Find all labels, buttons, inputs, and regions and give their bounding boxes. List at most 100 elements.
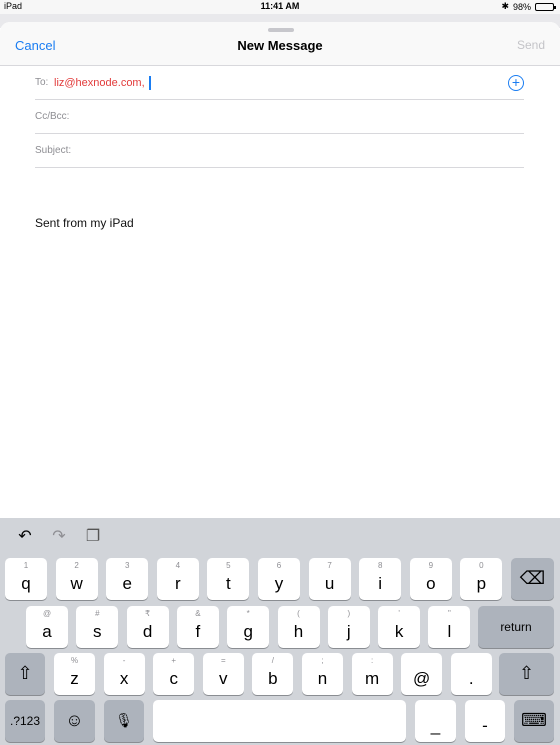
key-secondary-label: 8	[377, 561, 383, 570]
keyboard-dismiss-icon: ⌨	[521, 710, 547, 730]
key-label: z	[70, 669, 79, 688]
key-secondary-label: 9	[428, 561, 434, 570]
key-z[interactable]: % z	[54, 653, 95, 695]
key-l[interactable]: " l	[428, 606, 471, 648]
key-label: _	[430, 716, 441, 735]
undo-icon[interactable]: ↶	[16, 528, 34, 546]
key-secondary-label: ;	[321, 656, 324, 665]
space-bar[interactable]	[153, 700, 406, 742]
key-label: q	[21, 574, 31, 593]
dictation-key[interactable]: 🎙	[104, 700, 144, 742]
key-w[interactable]: 2w	[55, 558, 98, 600]
key-i[interactable]: 8i	[359, 558, 402, 600]
sheet-grabber[interactable]	[268, 28, 294, 32]
key-secondary-label: 0	[479, 561, 484, 570]
key-x[interactable]: -x	[103, 653, 145, 695]
key-label: v	[219, 669, 228, 688]
shift-key-right[interactable]: ⇧	[499, 653, 554, 695]
return-key[interactable]: return	[478, 606, 554, 648]
key-label: r	[174, 574, 181, 593]
key-c[interactable]: + c	[153, 653, 195, 695]
key-secondary-label: 4	[175, 561, 181, 570]
to-label: To:	[35, 77, 49, 88]
key-label: m	[365, 669, 380, 688]
key-underscore[interactable]: _	[415, 700, 456, 742]
key-label: t	[226, 574, 231, 593]
key-label: e	[122, 574, 132, 593]
key-s[interactable]: # s	[76, 606, 119, 648]
key-n[interactable]: ; n	[302, 653, 343, 695]
key-a[interactable]: @ a	[26, 606, 68, 648]
key-p[interactable]: 0p	[460, 558, 503, 600]
key-label: u	[324, 574, 335, 593]
key-label: -	[482, 716, 488, 735]
key-label: w	[70, 574, 83, 593]
key-label: h	[293, 622, 304, 641]
redo-icon[interactable]: ↷	[50, 528, 68, 546]
cc-bcc-field[interactable]: Cc/Bcc:	[35, 100, 524, 134]
key-label: f	[195, 622, 201, 641]
key-label: @	[413, 669, 431, 688]
key-e[interactable]: 3e	[106, 558, 149, 600]
key-g[interactable]: * g	[227, 606, 270, 648]
delete-icon: ⌫	[519, 568, 546, 588]
key-f[interactable]: & f	[176, 606, 219, 648]
key-secondary-label: "	[447, 609, 451, 618]
shift-key-left[interactable]: ⇧	[5, 653, 45, 695]
status-right: ✱ 98%	[501, 1, 556, 12]
to-field[interactable]: To: liz@hexnode.com, +	[35, 66, 524, 100]
key-secondary-label: /	[271, 656, 274, 665]
message-body[interactable]: Sent from my iPad	[35, 216, 134, 230]
key-label: k	[394, 622, 404, 641]
key-secondary-label: %	[70, 656, 79, 665]
keyboard: ↶ ↷ ❐ 1 q 2 w 3 e 4 r 5 t 6 y 7 u 8 i 9 o 0 p ⌫ @ a # s ₹ d & f * g(h)…	[0, 518, 560, 745]
subject-label: Subject:	[35, 145, 72, 156]
key-m[interactable]: :m	[351, 653, 393, 695]
send-button[interactable]: Send	[517, 38, 545, 52]
key-secondary-label: &	[195, 609, 201, 618]
key-secondary-label: *	[246, 609, 250, 618]
key-secondary-label: ₹	[145, 609, 151, 618]
dismiss-keyboard-key[interactable]: ⌨	[514, 700, 554, 742]
add-contact-icon[interactable]: +	[508, 75, 524, 91]
key-period[interactable]: .	[450, 653, 492, 695]
key-label: n	[317, 669, 328, 688]
keyboard-shortcut-bar: ↶ ↷ ❐	[0, 518, 560, 554]
key-y[interactable]: 6y	[258, 558, 300, 600]
key-r[interactable]: 4r	[156, 558, 199, 600]
paste-icon[interactable]: ❐	[84, 528, 102, 546]
compose-sheet: Cancel New Message Send To: liz@hexnode.…	[0, 22, 560, 518]
key-v[interactable]: = v	[202, 653, 244, 695]
key-u[interactable]: 7u	[308, 558, 351, 600]
key-b[interactable]: / b	[252, 653, 294, 695]
key-secondary-label: 6	[276, 561, 282, 570]
battery-icon	[535, 2, 556, 11]
key-label: i	[378, 574, 383, 593]
key-label: d	[142, 622, 153, 641]
key-dash[interactable]: -	[465, 700, 505, 742]
subject-field[interactable]: Subject:	[35, 134, 524, 168]
key-k[interactable]: ' k	[378, 606, 421, 648]
key-secondary-label: )	[347, 609, 351, 618]
battery-percent: 98%	[512, 1, 531, 12]
numbers-key[interactable]: .?123	[5, 700, 45, 742]
key-t[interactable]: 5t	[207, 558, 250, 600]
key-h[interactable]: (h	[277, 606, 320, 648]
delete-key[interactable]: ⌫	[511, 558, 554, 600]
key-label: .	[468, 669, 474, 688]
emoji-icon: ☺	[65, 710, 84, 730]
numbers-label: .?123	[9, 714, 41, 728]
key-label: o	[426, 574, 436, 593]
key-label: j	[346, 622, 351, 641]
recipient-address[interactable]: liz@hexnode.com,	[54, 77, 145, 89]
key-secondary-label: =	[220, 656, 226, 665]
status-bar: iPad 11:41 AM ✱ 98%	[0, 0, 560, 14]
emoji-key[interactable]: ☺	[54, 700, 95, 742]
key-d[interactable]: ₹ d	[126, 606, 169, 648]
key-q[interactable]: 1q	[5, 558, 47, 600]
key-o[interactable]: 9o	[409, 558, 452, 600]
key-label: a	[42, 622, 52, 641]
key-j[interactable]: ) j	[327, 606, 370, 648]
key-at[interactable]: @	[401, 653, 443, 695]
to-recipient[interactable]: liz@hexnode.com,	[54, 76, 151, 90]
